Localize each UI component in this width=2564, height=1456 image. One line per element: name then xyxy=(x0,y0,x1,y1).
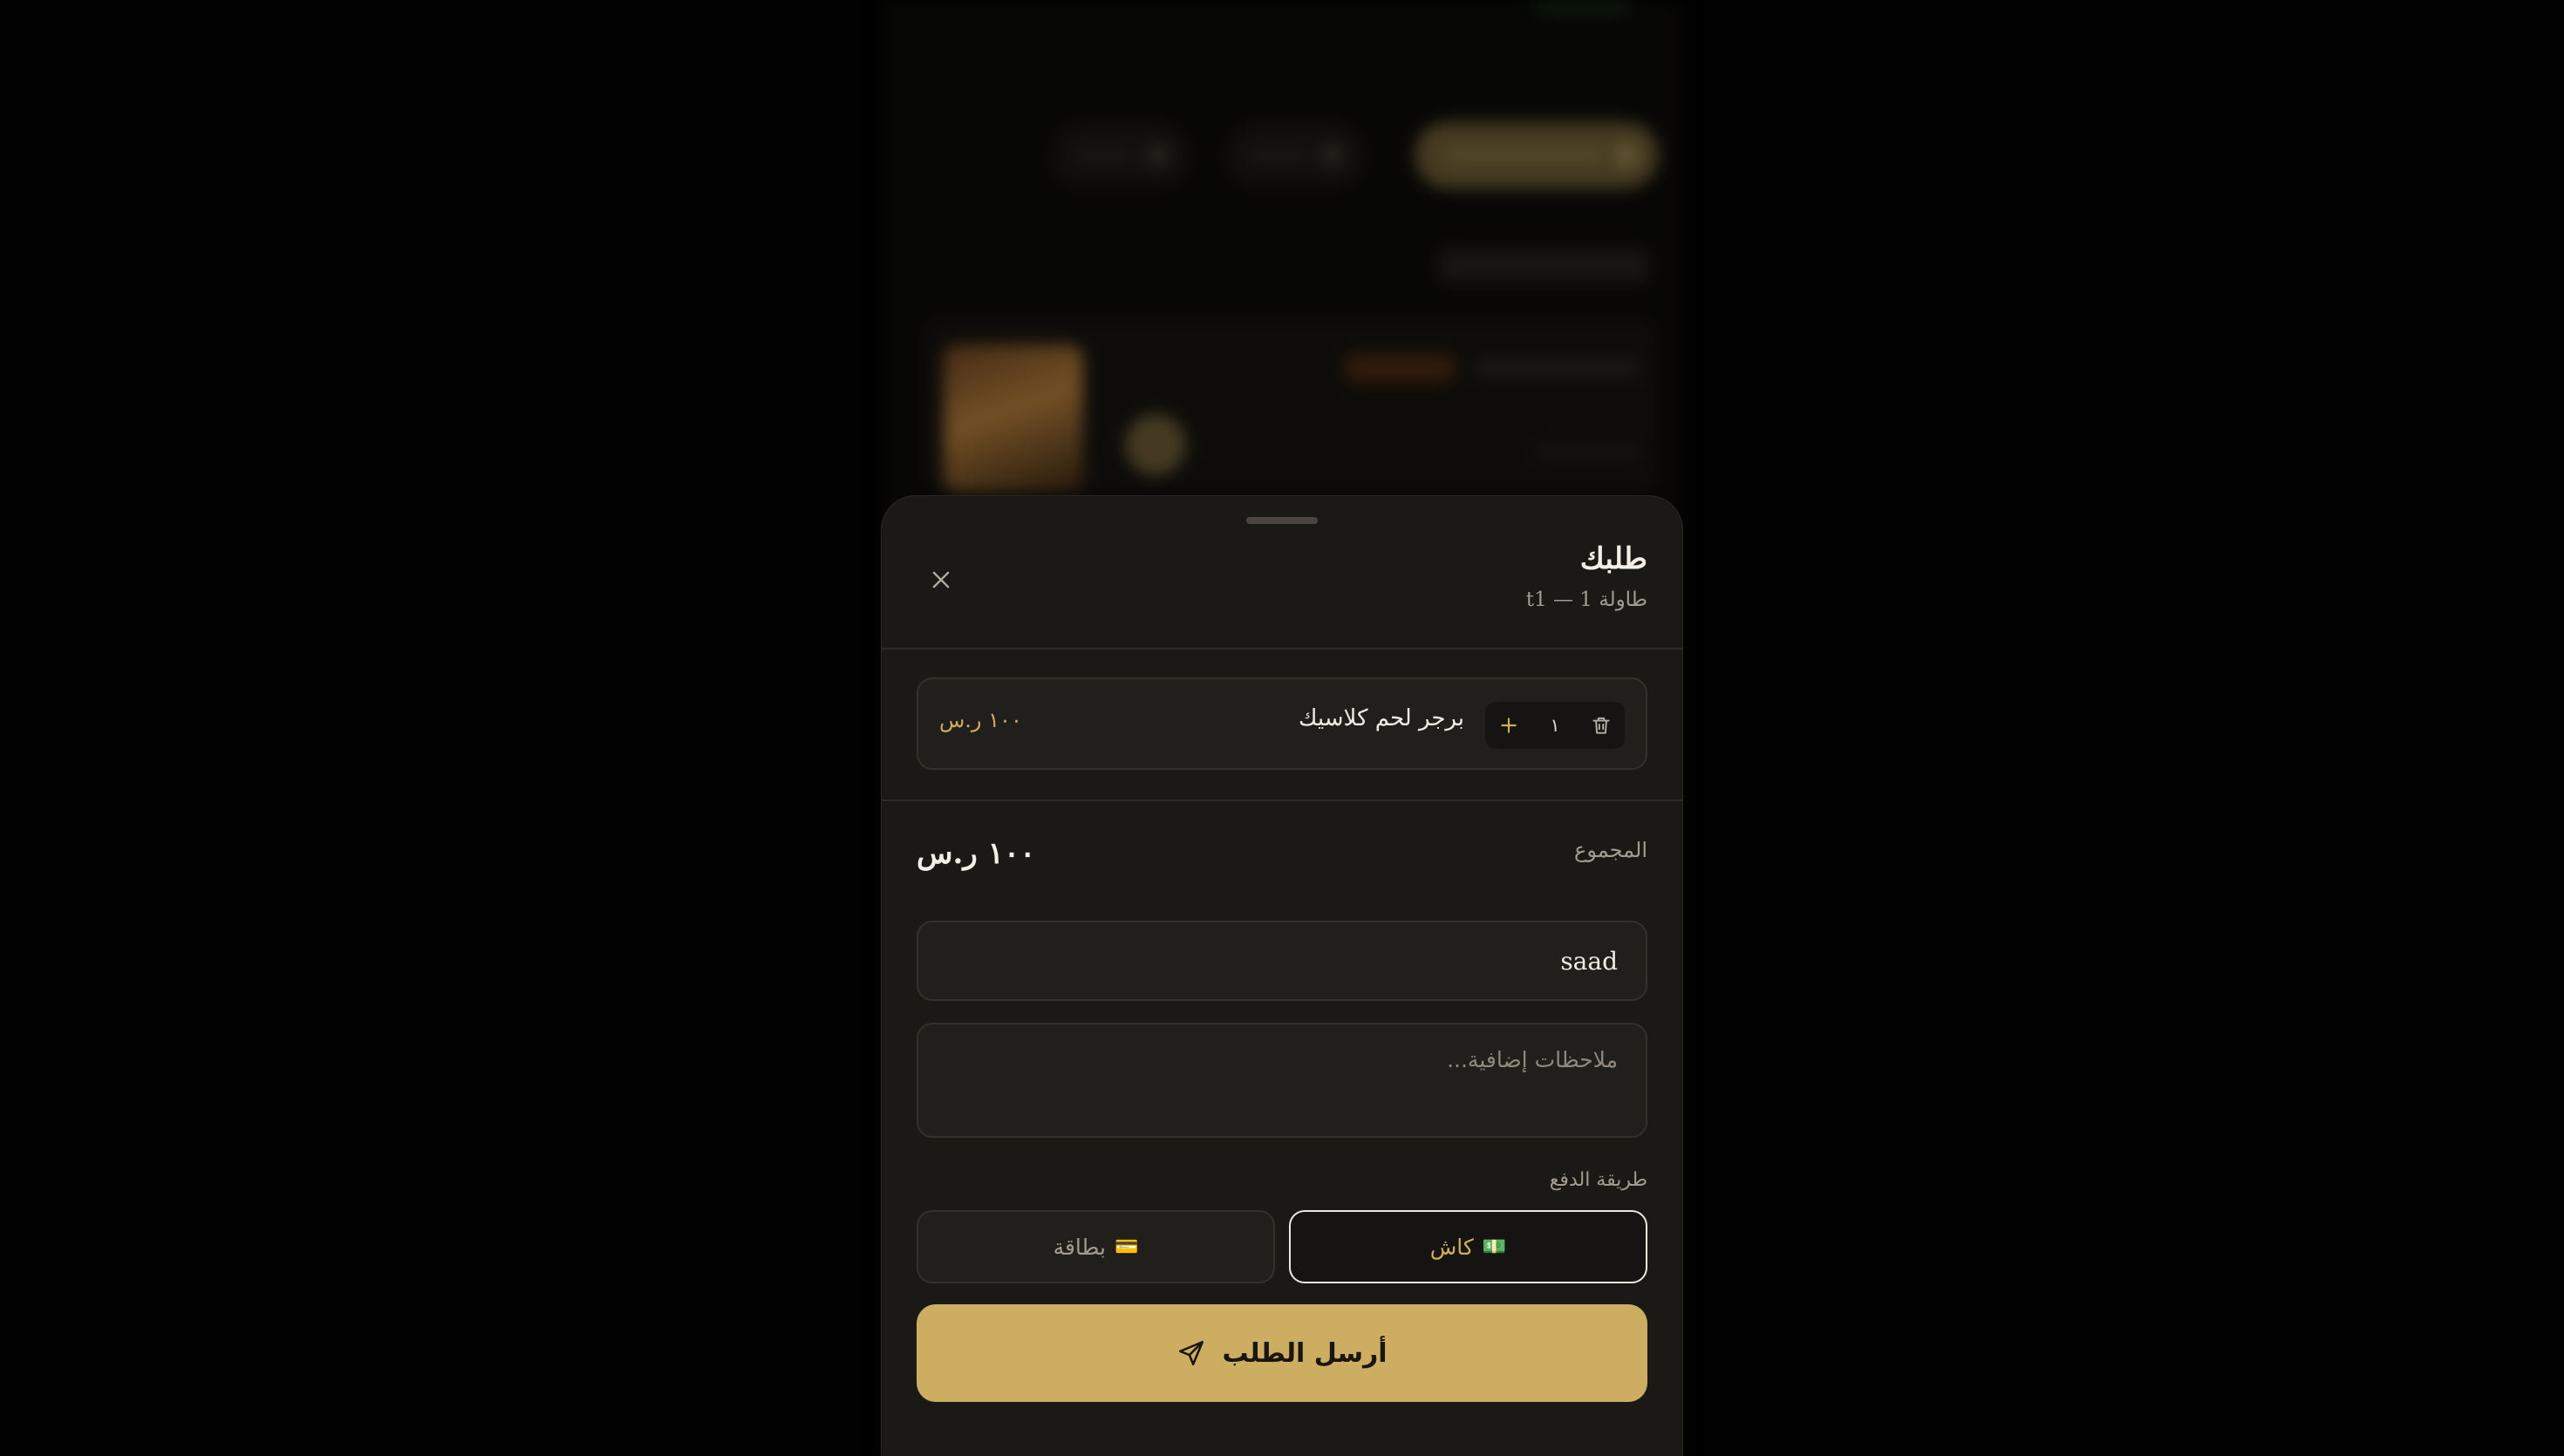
payment-card-label: بطاقة xyxy=(1053,1234,1107,1260)
notes-input[interactable] xyxy=(917,1023,1647,1138)
payment-cash-button[interactable]: 💵 كاش xyxy=(1289,1210,1647,1283)
item-price: ١٠٠ ر.س xyxy=(939,708,1022,732)
send-icon xyxy=(1179,1340,1204,1366)
plus-icon xyxy=(1501,718,1517,733)
quantity-stepper: ١ xyxy=(1485,702,1625,749)
quantity-value: ١ xyxy=(1550,715,1560,736)
submit-order-button[interactable]: أرسل الطلب xyxy=(917,1304,1647,1402)
order-sheet: طلبك طاولة 1 — t1 ١ برجر لحم كلاسيك ١٠٠ … xyxy=(881,495,1683,1456)
page: طلبك طاولة 1 — t1 ١ برجر لحم كلاسيك ١٠٠ … xyxy=(0,0,2564,1456)
remove-item-button[interactable] xyxy=(1578,702,1625,749)
header-divider xyxy=(882,648,1682,650)
table-label: طاولة 1 — t1 xyxy=(1525,589,1647,611)
trash-icon xyxy=(1592,717,1610,734)
card-icon: 💳 xyxy=(1115,1235,1139,1258)
payment-card-button[interactable]: 💳 بطاقة xyxy=(917,1210,1275,1283)
payment-method-label: طريقة الدفع xyxy=(1549,1169,1647,1191)
submit-order-label: أرسل الطلب xyxy=(1222,1337,1388,1369)
items-divider xyxy=(882,799,1682,801)
close-icon xyxy=(932,571,950,589)
cash-icon: 💵 xyxy=(1482,1235,1507,1258)
sheet-drag-handle[interactable] xyxy=(1246,517,1318,524)
close-button[interactable] xyxy=(924,562,958,597)
total-value: ١٠٠ ر.س xyxy=(917,836,1036,871)
increase-quantity-button[interactable] xyxy=(1485,702,1532,749)
payment-cash-label: كاش xyxy=(1429,1234,1474,1260)
item-name: برجر لحم كلاسيك xyxy=(1299,705,1464,731)
total-label: المجموع xyxy=(1574,838,1647,862)
customer-name-input[interactable] xyxy=(917,921,1647,1001)
cart-item: ١ برجر لحم كلاسيك ١٠٠ ر.س xyxy=(917,677,1647,770)
sheet-title: طلبك xyxy=(1579,541,1647,576)
